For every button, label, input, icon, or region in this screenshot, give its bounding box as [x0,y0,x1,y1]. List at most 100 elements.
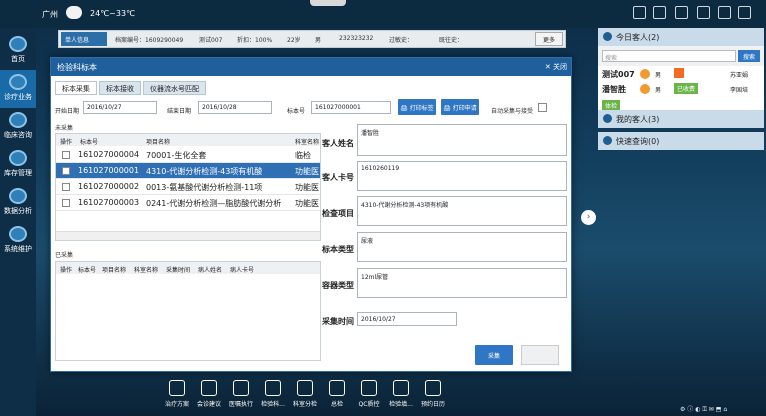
analysis-icon [9,188,27,204]
dock-label: 检验填... [389,401,413,408]
print-label-button[interactable]: 🖨 打印标签 [398,99,436,115]
weather-icon [66,6,82,19]
nav-analysis[interactable]: 数据分析 [0,184,36,222]
nav-clinical[interactable]: 诊疗业务 [0,70,36,108]
nav-home[interactable]: 首页 [0,32,36,70]
dialog-title-bar: 检验科标本 ✕ 关闭 [51,58,571,76]
end-date-input[interactable]: 2016/10/28 [198,101,272,114]
nav-consult[interactable]: 临床咨询 [0,108,36,146]
nurse-icon [233,380,249,396]
col-header: 项目名称 [102,267,127,274]
settings-icon[interactable] [675,6,688,19]
city-label: 广州 [42,10,58,19]
cell-no: 161027000001 [78,166,140,175]
dock-item[interactable]: QC质控 [352,376,386,416]
dock-item[interactable]: 医嘱执行 [224,376,258,416]
auto-collect-checkbox[interactable] [538,103,547,112]
bottom-dock: 治疗方案 会诊建议 医嘱执行 检验科... 科室分检 总检 QC质控 检验填..… [160,376,456,416]
tray-icons: ⚙ ⓘ ◐ ⚿ ✉ ⬒ ⌂ [680,406,728,413]
specimen-dialog: 检验科标本 ✕ 关闭 标本采集 标本接收 仪器流水号匹配 开始日期 2016/1… [50,57,572,372]
allergy: 过敏史： [389,37,414,44]
calendar-icon[interactable] [633,6,646,19]
dock-item[interactable]: 检验科... [256,376,290,416]
dock-item[interactable]: 会诊建议 [192,376,226,416]
cell-item: 0241-代谢分析检测—脂肪酸代谢分析 [146,199,282,208]
table-row[interactable]: 161027000001 4310-代谢分析检测-43项有机酸 功能医 [56,163,320,179]
card-label: 客人卡号 [322,173,354,182]
quick-query-header[interactable]: 快速查询(0) [598,132,764,150]
expand-arrow-icon[interactable]: › [581,210,596,225]
specimen-no-input[interactable]: 161027000001 [311,101,391,114]
gender-badge [640,84,650,94]
row-checkbox[interactable] [62,151,70,159]
horizontal-scrollbar[interactable] [56,231,320,240]
table-row[interactable]: 161027000004 70001-生化全套 临检 [56,147,320,163]
dock-item[interactable]: 预约日历 [416,376,450,416]
collect-button[interactable]: 采集 [475,345,513,365]
col-header: 科室名称 [134,267,159,274]
user-icon [603,32,612,41]
search-input[interactable]: 搜索 [602,50,736,62]
today-guests-header[interactable]: 今日客人(2) [598,28,764,46]
nav-system[interactable]: 系统维护 [0,222,36,260]
name-label: 客人姓名 [322,139,354,148]
nav-inventory[interactable]: 库存管理 [0,146,36,184]
container-field[interactable]: 12ml尿管 [357,268,567,298]
logo-tab [310,0,346,6]
col-header: 标本号 [78,267,97,274]
dock-item[interactable]: 科室分检 [288,376,322,416]
row-checkbox[interactable] [62,199,70,207]
gender: 男 [315,37,322,44]
gender-badge [640,69,650,79]
close-button[interactable]: ✕ 关闭 [545,62,567,72]
col-header: 项目名称 [146,139,171,146]
card-field[interactable]: 1610260119 [357,161,567,191]
row-checkbox[interactable] [62,167,70,175]
tab-match[interactable]: 仪器流水号匹配 [143,81,206,95]
search-button[interactable]: 搜索 [738,50,760,62]
doctor-icon [9,74,27,90]
calendar-icon [425,380,441,396]
guest-name[interactable]: 测试007 [602,69,635,80]
table-row[interactable]: 161027000003 0241-代谢分析检测—脂肪酸代谢分析 功能医 [56,195,320,211]
phone-icon[interactable] [653,6,666,19]
guest-name[interactable]: 潘智胜 [602,84,626,95]
table-header: 操作 标本号 项目名称 科室名称 采集时间 病人姓名 病人卡号 [56,262,320,274]
nav-label: 首页 [11,55,25,63]
shirt-icon[interactable] [697,6,710,19]
my-guests-header[interactable]: 我的客人(3) [598,110,764,128]
single-info-tab[interactable]: 单人信息 [61,32,107,46]
user-icon [603,114,612,123]
row-checkbox[interactable] [62,183,70,191]
dock-item[interactable]: 总检 [320,376,354,416]
consult-icon [9,112,27,128]
dock-item[interactable]: 检验填... [384,376,418,416]
dock-label: 会诊建议 [196,401,221,408]
more-button[interactable]: 更多 [535,32,563,46]
dock-label: 治疗方案 [164,401,189,408]
start-date-input[interactable]: 2016/10/27 [83,101,157,114]
quick-label: 快速查询(0) [616,137,660,146]
print-request-button[interactable]: 🖨 打印申请 [441,99,479,115]
tab-receive[interactable]: 标本接收 [99,81,141,95]
print-request-text: 打印申请 [452,105,477,112]
secondary-button[interactable] [521,345,559,365]
search-bar: 搜索 搜索 [598,46,764,66]
dock-label: 预约日历 [420,401,445,408]
items-field[interactable]: 4310-代谢分析检测-43项有机酸 [357,196,567,226]
name-field[interactable]: 潘智胜 [357,124,567,156]
phone: 232323232 [339,35,374,42]
dock-item[interactable]: 治疗方案 [160,376,194,416]
table-row[interactable]: 161027000002 0013-氨基酸代谢分析检测-11项 功能医 [56,179,320,195]
right-panel: 今日客人(2) 搜索 搜索 测试007 男 苏亚娟 潘智胜 男 已收费 李国培 … [598,28,766,416]
cell-no: 161027000003 [78,198,140,207]
collected-label: 已采集 [55,252,74,259]
type-field[interactable]: 尿液 [357,232,567,262]
top-bar: 广州 24℃~33℃ [0,0,766,28]
minimize-icon[interactable] [718,6,731,19]
power-icon[interactable] [738,6,751,19]
tab-collect[interactable]: 标本采集 [55,81,97,95]
guest-gender: 男 [655,72,662,79]
advice-icon [201,380,217,396]
time-field[interactable]: 2016/10/27 [357,312,457,326]
